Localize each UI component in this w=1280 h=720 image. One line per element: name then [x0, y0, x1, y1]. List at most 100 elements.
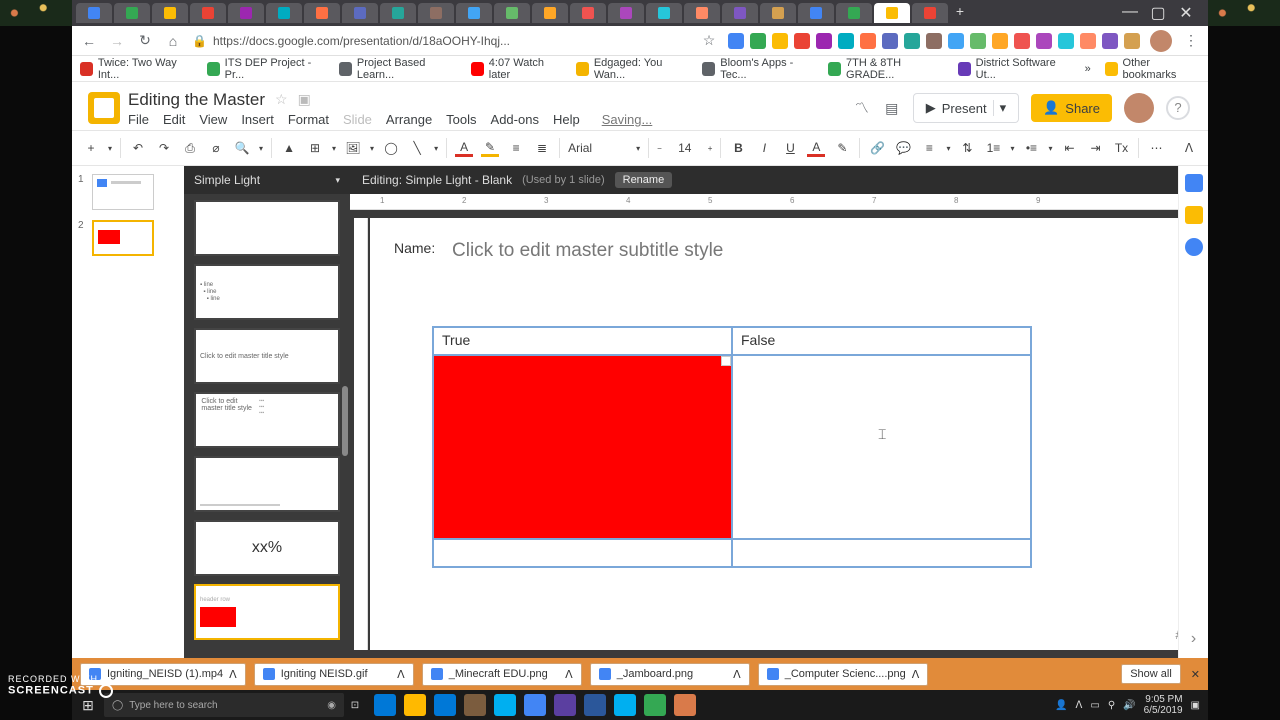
layout-thumbnail-selected[interactable]: header row: [194, 584, 340, 640]
extension-icon[interactable]: [882, 33, 898, 49]
menu-arrange[interactable]: Arrange: [386, 112, 432, 127]
slide-thumbnail-1[interactable]: [92, 174, 154, 210]
taskbar-app-icon[interactable]: [644, 694, 666, 716]
taskbar-app-icon[interactable]: [524, 694, 546, 716]
bookmark-item[interactable]: 7TH & 8TH GRADE...: [828, 57, 944, 81]
notifications-icon[interactable]: ▣: [1191, 700, 1200, 711]
taskbar-app-icon[interactable]: [554, 694, 576, 716]
border-weight-button[interactable]: ≡: [507, 139, 525, 157]
move-folder-icon[interactable]: ▣: [298, 91, 311, 108]
download-chip[interactable]: _Minecraft EDU.pngᐱ: [422, 663, 582, 686]
close-downloads-button[interactable]: ✕: [1191, 668, 1200, 681]
forward-button[interactable]: →: [108, 32, 126, 50]
menu-help[interactable]: Help: [553, 112, 580, 127]
paint-format-button[interactable]: ⌀: [207, 139, 225, 157]
align-button[interactable]: ≡: [920, 139, 938, 157]
add-comment-button[interactable]: 💬: [894, 139, 912, 157]
undo-button[interactable]: ↶: [129, 139, 147, 157]
show-all-downloads-button[interactable]: Show all: [1121, 664, 1181, 684]
back-button[interactable]: ←: [80, 32, 98, 50]
extension-icon[interactable]: [948, 33, 964, 49]
browser-tab[interactable]: [646, 3, 682, 23]
font-size-select[interactable]: 14: [670, 141, 700, 155]
chevron-up-icon[interactable]: ᐱ: [229, 668, 237, 681]
mic-icon[interactable]: ◉: [327, 700, 336, 711]
browser-tab[interactable]: [722, 3, 758, 23]
browser-tab[interactable]: [912, 3, 948, 23]
network-icon[interactable]: ⚲: [1108, 700, 1115, 711]
taskbar-search[interactable]: ◯ Type here to search ◉: [104, 693, 344, 717]
layout-thumbnail[interactable]: Click to edit master title style ▪▪▪▪▪▪▪…: [194, 392, 340, 448]
slide-thumbnail-2[interactable]: [92, 220, 154, 256]
increase-indent-button[interactable]: ⇥: [1086, 139, 1104, 157]
browser-tab[interactable]: [228, 3, 264, 23]
border-color-button[interactable]: ✎: [481, 139, 499, 157]
download-chip[interactable]: _Jamboard.pngᐱ: [590, 663, 750, 686]
chevron-up-icon[interactable]: ᐱ: [565, 668, 573, 681]
star-document-icon[interactable]: ☆: [275, 91, 288, 108]
comments-icon[interactable]: ▤: [883, 99, 901, 117]
account-avatar[interactable]: [1124, 93, 1154, 123]
extension-icon[interactable]: [970, 33, 986, 49]
tasks-icon[interactable]: [1185, 238, 1203, 256]
volume-icon[interactable]: 🔊: [1123, 700, 1135, 711]
taskbar-app-icon[interactable]: [674, 694, 696, 716]
browser-tab[interactable]: [456, 3, 492, 23]
menu-add-ons[interactable]: Add-ons: [491, 112, 539, 127]
slide-canvas[interactable]: Name: Click to edit master subtitle styl…: [370, 218, 1196, 650]
browser-tab[interactable]: [608, 3, 644, 23]
taskbar-app-icon[interactable]: [614, 694, 636, 716]
help-icon[interactable]: ?: [1166, 96, 1190, 120]
text-color-button[interactable]: A: [807, 139, 825, 157]
browser-tab[interactable]: [76, 3, 112, 23]
border-dash-button[interactable]: ≣: [533, 139, 551, 157]
keep-icon[interactable]: [1185, 206, 1203, 224]
close-window-button[interactable]: ✕: [1176, 3, 1196, 23]
menu-format[interactable]: Format: [288, 112, 329, 127]
bookmark-item[interactable]: District Software Ut...: [958, 57, 1071, 81]
extension-icon[interactable]: [1036, 33, 1052, 49]
table-cell-red[interactable]: [433, 355, 732, 539]
browser-tab[interactable]: [114, 3, 150, 23]
bookmark-item[interactable]: 4:07 Watch later: [471, 57, 562, 81]
home-button[interactable]: ⌂: [164, 32, 182, 50]
browser-tab[interactable]: [874, 3, 910, 23]
activity-icon[interactable]: 〽: [853, 99, 871, 117]
bookmark-item[interactable]: Twice: Two Way Int...: [80, 57, 193, 81]
extension-icon[interactable]: [1102, 33, 1118, 49]
extension-icon[interactable]: [1058, 33, 1074, 49]
browser-tab[interactable]: [570, 3, 606, 23]
font-select[interactable]: Arial: [568, 141, 628, 155]
table-cell[interactable]: [433, 539, 732, 567]
select-tool[interactable]: ▲: [280, 139, 298, 157]
shape-tool[interactable]: ◯: [382, 139, 400, 157]
taskbar-app-icon[interactable]: [404, 694, 426, 716]
textbox-tool[interactable]: ⊞: [306, 139, 324, 157]
taskbar-app-icon[interactable]: [464, 694, 486, 716]
clear-format-button[interactable]: Tx: [1112, 139, 1130, 157]
extension-icon[interactable]: [816, 33, 832, 49]
layout-thumbnail[interactable]: [194, 456, 340, 512]
menu-file[interactable]: File: [128, 112, 149, 127]
menu-tools[interactable]: Tools: [446, 112, 476, 127]
bulleted-list-button[interactable]: •≡: [1022, 139, 1040, 157]
rename-button[interactable]: Rename: [615, 172, 673, 188]
table-header-true[interactable]: True: [433, 327, 732, 355]
calendar-icon[interactable]: [1185, 174, 1203, 192]
share-button[interactable]: 👤 Share: [1031, 94, 1112, 122]
extension-icon[interactable]: [1080, 33, 1096, 49]
browser-tab[interactable]: [342, 3, 378, 23]
decrease-indent-button[interactable]: ⇤: [1060, 139, 1078, 157]
maximize-button[interactable]: ▢: [1148, 3, 1168, 23]
other-bookmarks[interactable]: Other bookmarks: [1105, 57, 1200, 81]
download-chip[interactable]: Igniting NEISD.gifᐱ: [254, 663, 414, 686]
reload-button[interactable]: ↻: [136, 32, 154, 50]
extension-icon[interactable]: [838, 33, 854, 49]
battery-icon[interactable]: ▭: [1090, 700, 1099, 711]
redo-button[interactable]: ↷: [155, 139, 173, 157]
fill-color-button[interactable]: A: [455, 139, 473, 157]
extension-icon[interactable]: [926, 33, 942, 49]
people-icon[interactable]: 👤: [1055, 700, 1067, 711]
task-view-icon[interactable]: ⊡: [344, 700, 366, 711]
browser-tab[interactable]: [532, 3, 568, 23]
